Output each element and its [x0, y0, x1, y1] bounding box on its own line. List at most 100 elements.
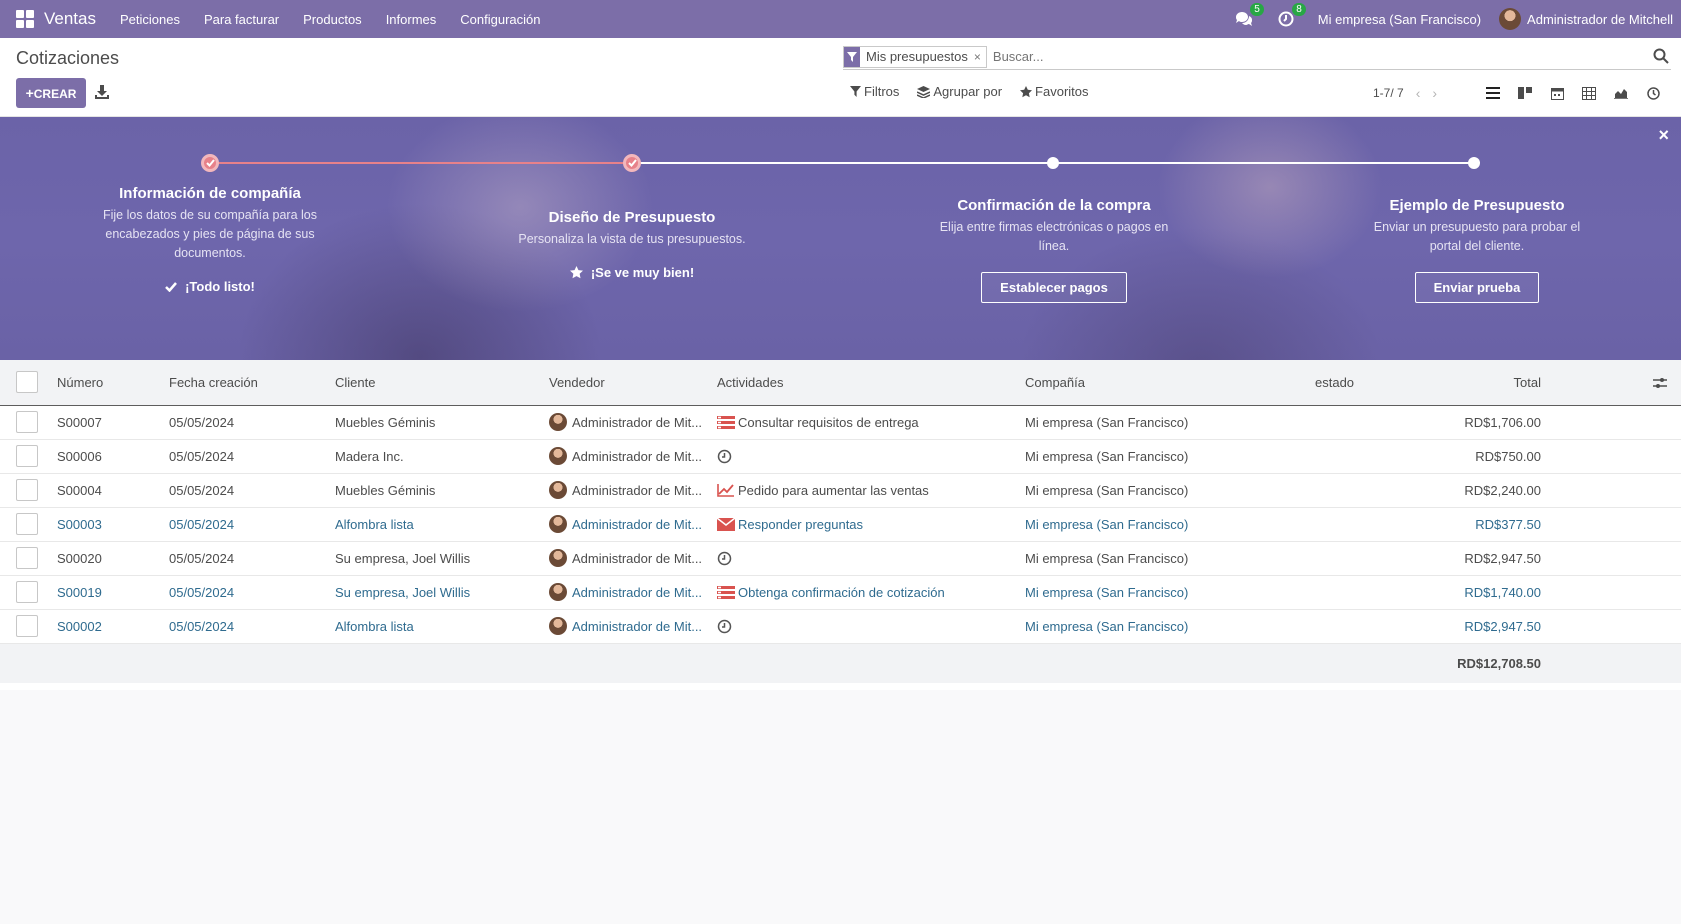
- pager-value[interactable]: 1-7/ 7: [1373, 86, 1404, 100]
- filters-button[interactable]: Filtros: [850, 84, 899, 99]
- cell-activities[interactable]: Consultar requisitos de entrega: [717, 405, 1025, 439]
- cell-company: Mi empresa (San Francisco): [1025, 584, 1189, 600]
- step-title[interactable]: Ejemplo de Presupuesto: [1357, 197, 1597, 214]
- step-sample-quote: Ejemplo de Presupuesto Enviar un presupu…: [1357, 197, 1597, 303]
- user-menu[interactable]: Administrador de Mitchell: [1527, 12, 1673, 27]
- user-avatar[interactable]: [1499, 8, 1522, 30]
- page-title: Cotizaciones: [16, 48, 120, 68]
- messages-button[interactable]: 5: [1234, 3, 1264, 29]
- cell-activities[interactable]: Responder preguntas: [717, 507, 1025, 541]
- step-done-label: ¡Se ve muy bien!: [512, 265, 752, 280]
- cell-customer: Muebles Géminis: [335, 482, 436, 498]
- clock-icon[interactable]: [717, 619, 732, 634]
- column-status[interactable]: estado: [1315, 360, 1681, 405]
- pager-previous-icon[interactable]: ‹: [1416, 85, 1421, 101]
- envelope-icon[interactable]: [717, 517, 735, 531]
- menu-peticiones[interactable]: Peticiones: [120, 12, 180, 27]
- pager-next-icon[interactable]: ›: [1432, 85, 1437, 101]
- app-brand[interactable]: Ventas: [44, 9, 96, 29]
- set-payments-button[interactable]: Establecer pagos: [981, 272, 1127, 303]
- send-sample-button[interactable]: Enviar prueba: [1414, 272, 1540, 303]
- pivot-view-icon[interactable]: [1573, 80, 1605, 106]
- table-row[interactable]: S00020 05/05/2024 Su empresa, Joel Willis A…: [0, 541, 1681, 575]
- cell-activities[interactable]: [717, 439, 1025, 473]
- search-icon[interactable]: [1653, 48, 1671, 66]
- salesperson-name: Administrador de Mit...: [572, 414, 703, 430]
- create-label: CREAR: [33, 87, 77, 101]
- kanban-view-icon[interactable]: [1509, 80, 1541, 106]
- cell-customer: Su empresa, Joel Willis: [335, 584, 471, 600]
- menu-configuracion[interactable]: Configuración: [460, 12, 540, 27]
- table-row[interactable]: S00003 05/05/2024 Alfombra lista Administra…: [0, 507, 1681, 541]
- calendar-view-icon[interactable]: [1541, 80, 1573, 106]
- activities-count-badge: 8: [1292, 3, 1306, 16]
- activity-summary: Consultar requisitos de entrega: [738, 414, 919, 430]
- step-title[interactable]: Confirmación de la compra: [926, 197, 1182, 214]
- menu-informes[interactable]: Informes: [386, 12, 437, 27]
- menu-productos[interactable]: Productos: [303, 12, 362, 27]
- cell-total: RD$1,740.00: [1464, 584, 1541, 600]
- quotations-list: Número Fecha creación Cliente Vendedor A…: [0, 360, 1681, 683]
- row-checkbox[interactable]: [16, 445, 38, 467]
- cell-date: 05/05/2024: [169, 550, 235, 566]
- create-button[interactable]: +CREAR: [16, 78, 86, 108]
- company-switcher[interactable]: Mi empresa (San Francisco): [1318, 12, 1481, 27]
- cell-activities[interactable]: Obtenga confirmación de cotización: [717, 575, 1025, 609]
- menu-para-facturar[interactable]: Para facturar: [204, 12, 279, 27]
- row-checkbox[interactable]: [16, 581, 38, 603]
- facet-remove-icon[interactable]: ×: [974, 50, 986, 64]
- cell-activities[interactable]: [717, 609, 1025, 643]
- tasks-icon[interactable]: [717, 415, 735, 429]
- clock-icon[interactable]: [717, 449, 732, 464]
- table-row[interactable]: S00002 05/05/2024 Alfombra lista Administra…: [0, 609, 1681, 643]
- optional-columns-icon[interactable]: [1653, 377, 1667, 389]
- row-checkbox[interactable]: [16, 411, 38, 433]
- table-row[interactable]: S00007 05/05/2024 Muebles Géminis Administr…: [0, 405, 1681, 439]
- download-icon[interactable]: [95, 85, 109, 99]
- comments-icon: [1235, 12, 1252, 26]
- chart-line-icon[interactable]: [717, 483, 735, 497]
- step-title[interactable]: Información de compañía: [90, 185, 330, 202]
- cell-activities[interactable]: [717, 541, 1025, 575]
- cell-date: 05/05/2024: [169, 516, 235, 532]
- column-number[interactable]: Número: [57, 360, 169, 405]
- row-checkbox[interactable]: [16, 615, 38, 637]
- favorites-button[interactable]: Favoritos: [1020, 84, 1089, 99]
- activity-view-icon[interactable]: [1637, 80, 1669, 106]
- groupby-button[interactable]: Agrupar por: [917, 84, 1002, 99]
- table-row[interactable]: S00019 05/05/2024 Su empresa, Joel Willis A…: [0, 575, 1681, 609]
- step-order-confirmation: Confirmación de la compra Elija entre fi…: [926, 197, 1182, 303]
- cell-status: Cotización: [1549, 507, 1681, 541]
- column-customer[interactable]: Cliente: [335, 360, 549, 405]
- table-row[interactable]: S00004 05/05/2024 Muebles Géminis Administr…: [0, 473, 1681, 507]
- cell-company: Mi empresa (San Francisco): [1025, 550, 1189, 566]
- search-input[interactable]: [992, 45, 1653, 68]
- salesperson-name: Administrador de Mit...: [572, 618, 703, 634]
- column-activities[interactable]: Actividades: [717, 360, 1025, 405]
- row-checkbox[interactable]: [16, 513, 38, 535]
- row-checkbox[interactable]: [16, 479, 38, 501]
- column-salesperson[interactable]: Vendedor: [549, 360, 717, 405]
- step-title[interactable]: Diseño de Presupuesto: [512, 209, 752, 226]
- cell-salesperson: Administrador de Mit...: [549, 405, 717, 439]
- row-checkbox[interactable]: [16, 547, 38, 569]
- cell-date: 05/05/2024: [169, 414, 235, 430]
- column-company[interactable]: Compañía: [1025, 360, 1307, 405]
- step-1-check-icon: [201, 154, 219, 172]
- apps-menu-icon[interactable]: [16, 10, 34, 28]
- close-icon[interactable]: ×: [1658, 125, 1669, 146]
- table-row[interactable]: S00006 05/05/2024 Madera Inc. Administrador…: [0, 439, 1681, 473]
- cell-total: RD$2,947.50: [1464, 618, 1541, 634]
- tasks-icon[interactable]: [717, 585, 735, 599]
- activities-button[interactable]: 8: [1276, 3, 1306, 29]
- column-date[interactable]: Fecha creación: [169, 360, 335, 405]
- list-view-icon[interactable]: [1477, 80, 1509, 106]
- cell-activities[interactable]: Pedido para aumentar las ventas: [717, 473, 1025, 507]
- select-all-checkbox[interactable]: [16, 371, 38, 394]
- plus-icon: +: [25, 85, 34, 101]
- graph-view-icon[interactable]: [1605, 80, 1637, 106]
- empty-area: [0, 690, 1681, 924]
- cell-date: 05/05/2024: [169, 448, 235, 464]
- clock-icon[interactable]: [717, 551, 732, 566]
- view-switcher: [1477, 80, 1669, 106]
